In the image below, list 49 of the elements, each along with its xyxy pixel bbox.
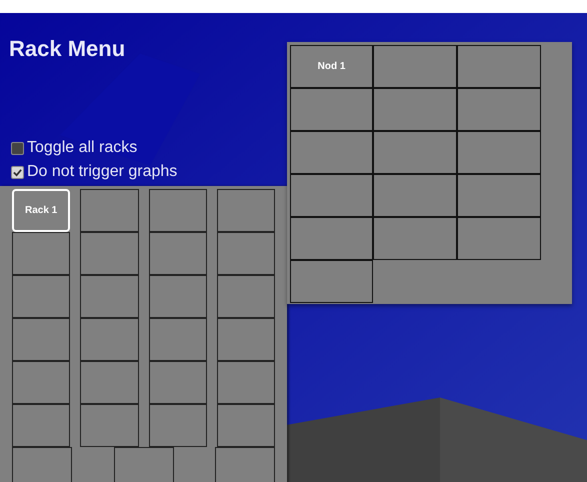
rack-button[interactable]: [148, 318, 207, 361]
option-label: Do not trigger graphs: [27, 162, 178, 182]
node-button[interactable]: [290, 131, 373, 174]
rack-button[interactable]: [148, 189, 207, 232]
check-icon: [13, 168, 22, 176]
checkbox[interactable]: [11, 142, 24, 154]
rack-button[interactable]: [114, 447, 174, 482]
rack-button[interactable]: [216, 275, 275, 318]
rack-button[interactable]: [216, 189, 275, 232]
rack-button[interactable]: [12, 275, 70, 318]
rack-button[interactable]: [12, 318, 70, 361]
rack-button[interactable]: [12, 447, 72, 482]
menu-title: Rack Menu: [8, 35, 126, 63]
rack-button[interactable]: [80, 275, 138, 318]
node-button[interactable]: [373, 131, 457, 174]
rack-button[interactable]: [80, 404, 138, 447]
node-button[interactable]: [457, 217, 541, 260]
rack-button[interactable]: [216, 318, 275, 361]
node-button[interactable]: [290, 217, 373, 260]
node-button[interactable]: [373, 217, 457, 260]
rack-button[interactable]: [216, 232, 275, 275]
node-button[interactable]: [290, 174, 373, 217]
rack-button[interactable]: [80, 189, 138, 232]
rack-button[interactable]: [215, 447, 275, 482]
node-button[interactable]: [373, 88, 457, 131]
rack-button[interactable]: [216, 404, 275, 447]
node-button[interactable]: [290, 260, 373, 303]
rack-button[interactable]: [12, 361, 70, 404]
rack-button[interactable]: [80, 232, 138, 275]
node-button[interactable]: [290, 88, 373, 131]
rack-button[interactable]: [148, 361, 207, 404]
option-label: Toggle all racks: [27, 138, 138, 158]
rack-button[interactable]: [80, 318, 138, 361]
checkbox[interactable]: [11, 166, 24, 178]
rack-button[interactable]: [12, 232, 70, 275]
rack-button[interactable]: [148, 232, 207, 275]
node-button[interactable]: [373, 45, 457, 88]
rack-button[interactable]: [12, 404, 70, 447]
rack-button[interactable]: [148, 275, 207, 318]
node-button[interactable]: [457, 131, 541, 174]
node-button[interactable]: [373, 174, 457, 217]
rack-button[interactable]: [80, 361, 138, 404]
rack-button[interactable]: [216, 361, 275, 404]
node-button[interactable]: [457, 45, 541, 88]
node-button[interactable]: [457, 174, 541, 217]
node-button[interactable]: Nod 1: [290, 45, 373, 88]
node-button[interactable]: [457, 88, 541, 131]
rack-button[interactable]: Rack 1: [12, 189, 70, 232]
rack-button[interactable]: [148, 404, 207, 447]
